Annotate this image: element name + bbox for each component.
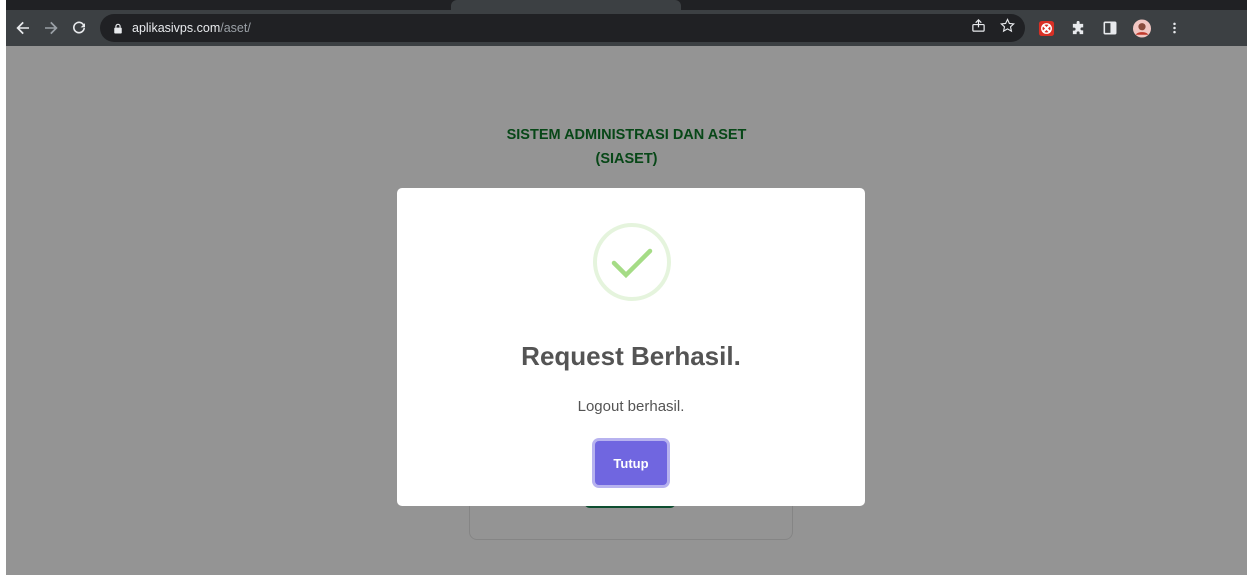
lock-icon[interactable]: [112, 22, 124, 34]
url-path: /aset/: [220, 21, 251, 35]
bookmark-star-icon[interactable]: [1000, 18, 1015, 38]
active-tab-edge[interactable]: [451, 0, 681, 10]
kebab-menu-icon[interactable]: [1165, 19, 1183, 37]
browser-toolbar: aplikasivps.com/aset/: [6, 10, 1247, 46]
back-icon[interactable]: [12, 17, 34, 39]
success-dialog: Request Berhasil. Logout berhasil. Tutup: [397, 188, 865, 506]
share-icon[interactable]: [971, 18, 986, 38]
tab-strip: [6, 0, 1247, 10]
close-button[interactable]: Tutup: [595, 441, 667, 485]
reload-icon[interactable]: [68, 17, 90, 39]
side-panel-icon[interactable]: [1101, 19, 1119, 37]
address-bar[interactable]: aplikasivps.com/aset/: [100, 14, 1025, 42]
screen: aplikasivps.com/aset/ SISTEM ADMINISTRAS…: [0, 0, 1253, 575]
extension-red-icon[interactable]: [1037, 19, 1055, 37]
dialog-title: Request Berhasil.: [521, 341, 741, 371]
forward-icon[interactable]: [40, 17, 62, 39]
puzzle-icon[interactable]: [1069, 19, 1087, 37]
url-host: aplikasivps.com: [132, 21, 221, 35]
page-viewport: SISTEM ADMINISTRASI DAN ASET (SIASET) Re…: [6, 46, 1247, 575]
url-text[interactable]: aplikasivps.com/aset/: [132, 21, 251, 35]
profile-avatar[interactable]: [1133, 19, 1151, 37]
success-check-icon: [593, 223, 671, 301]
dialog-message: Logout berhasil.: [577, 398, 685, 415]
